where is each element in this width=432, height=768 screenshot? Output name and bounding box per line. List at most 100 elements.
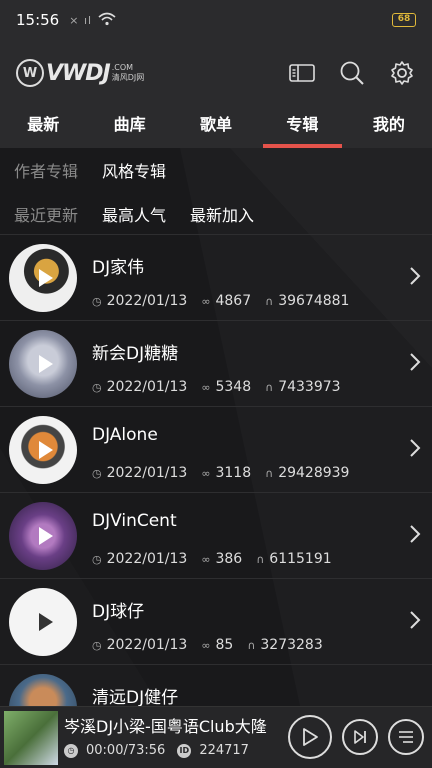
link-icon: ∞	[201, 552, 211, 566]
headphone-icon: ∩	[265, 380, 274, 394]
chevron-right-icon[interactable]	[408, 351, 422, 373]
logo-word: VWDJ	[46, 60, 111, 86]
tab-latest[interactable]: 最新	[0, 106, 86, 148]
app-header: W VWDJ .COM 清风DJ网	[0, 40, 432, 106]
avatar[interactable]	[9, 330, 77, 398]
logo-com: .COM	[111, 63, 134, 72]
album-count: 386	[215, 551, 243, 567]
album-meta: ◷ 2022/01/13 ∞ 5348 ∩ 7433973	[92, 379, 355, 395]
album-date: 2022/01/13	[106, 465, 188, 481]
list-item[interactable]: DJ球仔 ◷ 2022/01/13 ∞ 85 ∩ 3273283	[0, 578, 432, 664]
headphone-icon: ∩	[256, 552, 265, 566]
play-icon	[39, 441, 53, 459]
chevron-right-icon[interactable]	[408, 609, 422, 631]
status-bar: 15:56 × ıl 68	[0, 0, 432, 40]
avatar[interactable]	[9, 244, 77, 312]
gear-icon[interactable]	[388, 59, 416, 87]
app-logo[interactable]: W VWDJ .COM 清风DJ网	[16, 59, 144, 87]
album-page: 作者专辑 风格专辑 最近更新 最高人气 最新加入 DJ家伟 ◷ 2022/01/…	[0, 148, 432, 706]
avatar[interactable]	[9, 674, 77, 706]
clock-icon: ◷	[64, 743, 78, 758]
status-time: 15:56	[16, 11, 60, 29]
logo-cn: 清风DJ网	[111, 73, 145, 82]
main-tabs: 最新 曲库 歌单 专辑 我的	[0, 106, 432, 148]
list-item[interactable]: 清远DJ健仔	[0, 664, 432, 706]
play-button[interactable]	[288, 715, 332, 759]
album-name: DJ家伟	[92, 258, 145, 278]
album-plays: 3273283	[260, 637, 323, 653]
link-icon: ∞	[201, 380, 211, 394]
album-plays: 29428939	[278, 465, 350, 481]
filter-author-albums[interactable]: 作者专辑	[14, 158, 78, 182]
clock-icon: ◷	[92, 552, 102, 566]
play-icon	[39, 269, 53, 287]
album-date: 2022/01/13	[106, 637, 188, 653]
album-meta: ◷ 2022/01/13 ∞ 3118 ∩ 29428939	[92, 465, 363, 481]
menu-list-icon	[399, 731, 413, 743]
album-meta: ◷ 2022/01/13 ∞ 386 ∩ 6115191	[92, 551, 346, 567]
logo-sub: .COM 清风DJ网	[112, 63, 145, 83]
album-name: DJAlone	[92, 425, 158, 445]
link-icon: ∞	[201, 638, 211, 652]
card-icon[interactable]	[288, 59, 316, 87]
now-playing-time: 00:00/73:56	[86, 743, 166, 758]
album-count: 85	[215, 637, 234, 653]
filter-row-sort: 最近更新 最高人气 最新加入	[14, 202, 278, 226]
list-item[interactable]: DJVinCent ◷ 2022/01/13 ∞ 386 ∩ 6115191	[0, 492, 432, 578]
clock-icon: ◷	[92, 380, 102, 394]
now-playing-meta: ◷ 00:00/73:56 ID 224717	[64, 743, 261, 758]
play-icon	[303, 728, 318, 746]
album-meta: ◷ 2022/01/13 ∞ 85 ∩ 3273283	[92, 637, 337, 653]
album-count: 4867	[215, 293, 252, 309]
skip-next-icon	[354, 730, 366, 744]
album-date: 2022/01/13	[106, 293, 188, 309]
now-playing-cover[interactable]	[4, 711, 58, 765]
next-button[interactable]	[342, 719, 378, 755]
avatar[interactable]	[9, 502, 77, 570]
wifi-icon	[98, 11, 116, 30]
tab-mine[interactable]: 我的	[346, 106, 432, 148]
filter-most-popular[interactable]: 最高人气	[102, 202, 166, 226]
album-list: DJ家伟 ◷ 2022/01/13 ∞ 4867 ∩ 39674881 新会DJ…	[0, 234, 432, 706]
filter-recent-update[interactable]: 最近更新	[14, 202, 78, 226]
chevron-right-icon[interactable]	[408, 437, 422, 459]
album-name: DJ球仔	[92, 602, 145, 622]
album-name: 新会DJ糖糖	[92, 344, 179, 364]
album-date: 2022/01/13	[106, 551, 188, 567]
album-count: 3118	[215, 465, 252, 481]
album-meta: ◷ 2022/01/13 ∞ 4867 ∩ 39674881	[92, 293, 363, 309]
filter-newest-added[interactable]: 最新加入	[190, 202, 254, 226]
search-icon[interactable]	[338, 59, 366, 87]
play-icon	[39, 355, 53, 373]
clock-icon: ◷	[92, 638, 102, 652]
id-icon: ID	[177, 743, 192, 758]
tab-library[interactable]: 曲库	[86, 106, 172, 148]
play-icon	[39, 613, 53, 631]
chevron-right-icon[interactable]	[408, 265, 422, 287]
list-item[interactable]: DJ家伟 ◷ 2022/01/13 ∞ 4867 ∩ 39674881	[0, 234, 432, 320]
chevron-right-icon[interactable]	[408, 523, 422, 545]
now-playing-title: 岑溪DJ小梁-国粤语Club大隆	[64, 717, 267, 736]
tab-albums[interactable]: 专辑	[259, 106, 345, 148]
playlist-button[interactable]	[388, 719, 424, 755]
logo-mark: W	[16, 59, 44, 87]
play-icon	[39, 527, 53, 545]
album-count: 5348	[215, 379, 252, 395]
link-icon: ∞	[201, 294, 211, 308]
filter-row-type: 作者专辑 风格专辑	[14, 158, 190, 182]
album-name: DJVinCent	[92, 511, 177, 531]
avatar[interactable]	[9, 588, 77, 656]
clock-icon: ◷	[92, 294, 102, 308]
avatar[interactable]	[9, 416, 77, 484]
filter-style-albums[interactable]: 风格专辑	[102, 158, 166, 182]
headphone-icon: ∩	[265, 466, 274, 480]
tab-playlists[interactable]: 歌单	[173, 106, 259, 148]
signal-icon: × ıl	[69, 13, 93, 27]
list-item[interactable]: DJAlone ◷ 2022/01/13 ∞ 3118 ∩ 29428939	[0, 406, 432, 492]
battery-icon: 68	[392, 13, 416, 27]
album-name: 清远DJ健仔	[92, 688, 179, 706]
mini-player[interactable]: 岑溪DJ小梁-国粤语Club大隆 ◷ 00:00/73:56 ID 224717	[0, 706, 432, 768]
link-icon: ∞	[201, 466, 211, 480]
album-plays: 39674881	[278, 293, 350, 309]
list-item[interactable]: 新会DJ糖糖 ◷ 2022/01/13 ∞ 5348 ∩ 7433973	[0, 320, 432, 406]
